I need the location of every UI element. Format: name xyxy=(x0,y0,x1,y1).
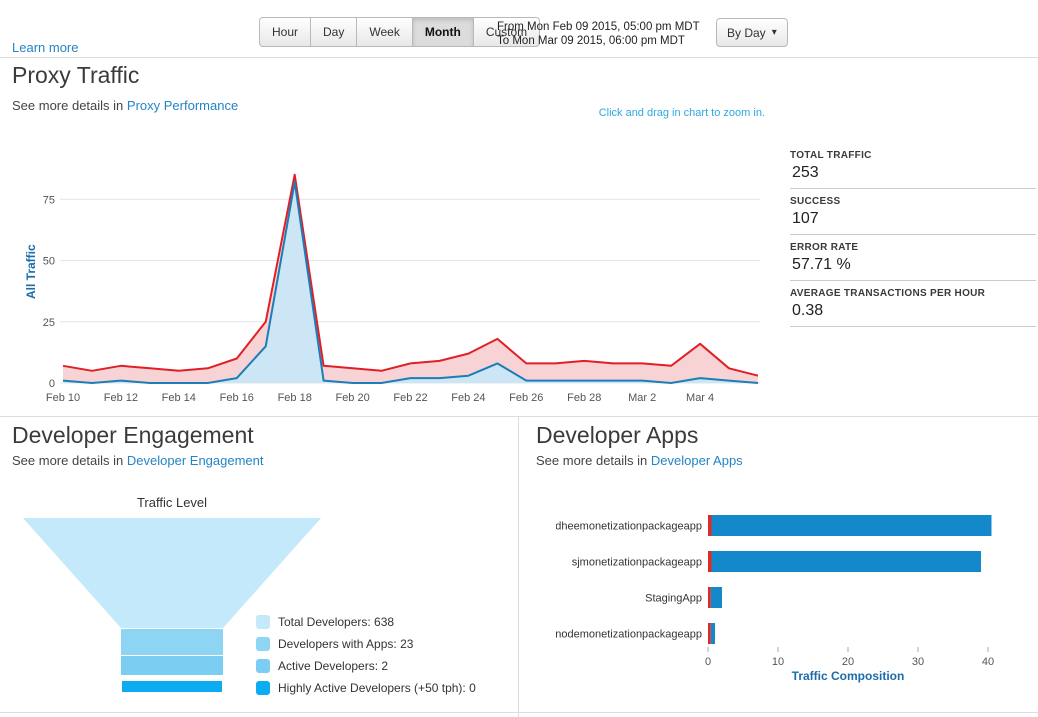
column-divider xyxy=(518,416,519,717)
svg-text:75: 75 xyxy=(43,194,55,206)
svg-text:Feb 26: Feb 26 xyxy=(509,392,543,404)
stat-total-traffic: TOTAL TRAFFIC 253 xyxy=(790,150,1036,189)
stat-error-rate: ERROR RATE 57.71 % xyxy=(790,242,1036,281)
svg-text:Mar 4: Mar 4 xyxy=(686,392,714,404)
time-range-month-button[interactable]: Month xyxy=(412,17,474,47)
proxy-traffic-chart[interactable]: 0 25 50 75 Feb 10 Feb 12 Feb 14 Feb 16 Feb 18 Feb… xyxy=(38,145,778,411)
stat-label: AVERAGE TRANSACTIONS PER HOUR xyxy=(790,288,1036,299)
legend-label: Total Developers: 638 xyxy=(278,615,394,629)
svg-text:Feb 20: Feb 20 xyxy=(335,392,369,404)
svg-text:40: 40 xyxy=(982,656,994,668)
developer-apps-link[interactable]: Developer Apps xyxy=(651,453,743,468)
dashboard: Learn more Hour Day Week Month Custom Fr… xyxy=(0,0,1038,717)
bottom-divider xyxy=(0,712,1038,713)
legend-swatch xyxy=(256,659,270,673)
svg-text:Feb 28: Feb 28 xyxy=(567,392,601,404)
developer-apps-title: Developer Apps xyxy=(536,422,698,449)
svg-text:25: 25 xyxy=(43,317,55,329)
legend-swatch xyxy=(256,681,270,695)
svg-text:sudheemonetizationpackageapp: sudheemonetizationpackageapp xyxy=(556,521,702,533)
stat-value: 57.71 % xyxy=(792,256,1036,274)
legend-label: Active Developers: 2 xyxy=(278,659,388,673)
stat-success: SUCCESS 107 xyxy=(790,196,1036,235)
by-day-dropdown[interactable]: By Day ▾ xyxy=(716,18,788,47)
learn-more-link[interactable]: Learn more xyxy=(12,40,78,55)
svg-text:Feb 14: Feb 14 xyxy=(162,392,196,404)
svg-text:sjmonetizationpackageapp: sjmonetizationpackageapp xyxy=(572,557,702,569)
stat-label: SUCCESS xyxy=(790,196,1036,207)
svg-text:Feb 10: Feb 10 xyxy=(46,392,80,404)
svg-text:StagingApp: StagingApp xyxy=(645,593,702,605)
time-range-hour-button[interactable]: Hour xyxy=(259,17,311,47)
svg-text:0: 0 xyxy=(49,378,55,390)
svg-text:50: 50 xyxy=(43,256,55,268)
proxy-traffic-subtitle: See more details in Proxy Performance xyxy=(12,98,238,113)
svg-text:Traffic Composition: Traffic Composition xyxy=(792,669,905,683)
stat-label: TOTAL TRAFFIC xyxy=(790,150,1036,161)
subtitle-prefix: See more details in xyxy=(12,98,127,113)
funnel-title: Traffic Level xyxy=(22,495,322,510)
legend-item: Developers with Apps: 23 xyxy=(256,633,476,655)
proxy-traffic-title: Proxy Traffic xyxy=(12,62,139,89)
svg-text:Feb 12: Feb 12 xyxy=(104,392,138,404)
traffic-stats-panel: TOTAL TRAFFIC 253 SUCCESS 107 ERROR RATE… xyxy=(790,150,1036,334)
caret-down-icon: ▾ xyxy=(772,27,777,38)
svg-text:20: 20 xyxy=(842,656,854,668)
legend-label: Developers with Apps: 23 xyxy=(278,637,413,651)
legend-label: Highly Active Developers (+50 tph): 0 xyxy=(278,681,476,695)
date-range-from: From Mon Feb 09 2015, 05:00 pm MDT xyxy=(497,20,700,34)
date-range: From Mon Feb 09 2015, 05:00 pm MDT To Mo… xyxy=(497,20,700,48)
svg-text:Feb 16: Feb 16 xyxy=(220,392,254,404)
legend-item: Active Developers: 2 xyxy=(256,655,476,677)
svg-text:Mar 2: Mar 2 xyxy=(628,392,656,404)
developer-engagement-subtitle: See more details in Developer Engagement xyxy=(12,453,264,468)
stat-value: 0.38 xyxy=(792,302,1036,320)
section-divider xyxy=(0,416,1038,417)
stat-label: ERROR RATE xyxy=(790,242,1036,253)
developer-apps-subtitle: See more details in Developer Apps xyxy=(536,453,743,468)
developer-engagement-link[interactable]: Developer Engagement xyxy=(127,453,264,468)
funnel-legend: Total Developers: 638 Developers with Ap… xyxy=(256,611,476,699)
stat-value: 107 xyxy=(792,210,1036,228)
developer-apps-chart: 0 10 20 30 40 sudheemonetizationpackageapp sjm… xyxy=(556,505,1026,683)
svg-text:30: 30 xyxy=(912,656,924,668)
stat-avg-tph: AVERAGE TRANSACTIONS PER HOUR 0.38 xyxy=(790,288,1036,327)
legend-swatch xyxy=(256,637,270,651)
time-range-day-button[interactable]: Day xyxy=(310,17,357,47)
legend-item: Total Developers: 638 xyxy=(256,611,476,633)
svg-text:10: 10 xyxy=(772,656,784,668)
svg-text:Feb 18: Feb 18 xyxy=(278,392,312,404)
subtitle-prefix: See more details in xyxy=(12,453,127,468)
header-divider xyxy=(0,57,1038,58)
developer-engagement-title: Developer Engagement xyxy=(12,422,254,449)
stat-value: 253 xyxy=(792,164,1036,182)
date-range-to: To Mon Mar 09 2015, 06:00 pm MDT xyxy=(497,34,700,48)
by-day-label: By Day xyxy=(727,26,766,40)
svg-text:nodemonetizationpackageapp: nodemonetizationpackageapp xyxy=(556,629,702,641)
svg-text:Feb 22: Feb 22 xyxy=(393,392,427,404)
legend-item: Highly Active Developers (+50 tph): 0 xyxy=(256,677,476,699)
svg-text:0: 0 xyxy=(705,656,711,668)
legend-swatch xyxy=(256,615,270,629)
svg-text:Feb 24: Feb 24 xyxy=(451,392,485,404)
zoom-hint: Click and drag in chart to zoom in. xyxy=(599,107,765,119)
subtitle-prefix: See more details in xyxy=(536,453,651,468)
time-range-week-button[interactable]: Week xyxy=(356,17,412,47)
proxy-performance-link[interactable]: Proxy Performance xyxy=(127,98,238,113)
